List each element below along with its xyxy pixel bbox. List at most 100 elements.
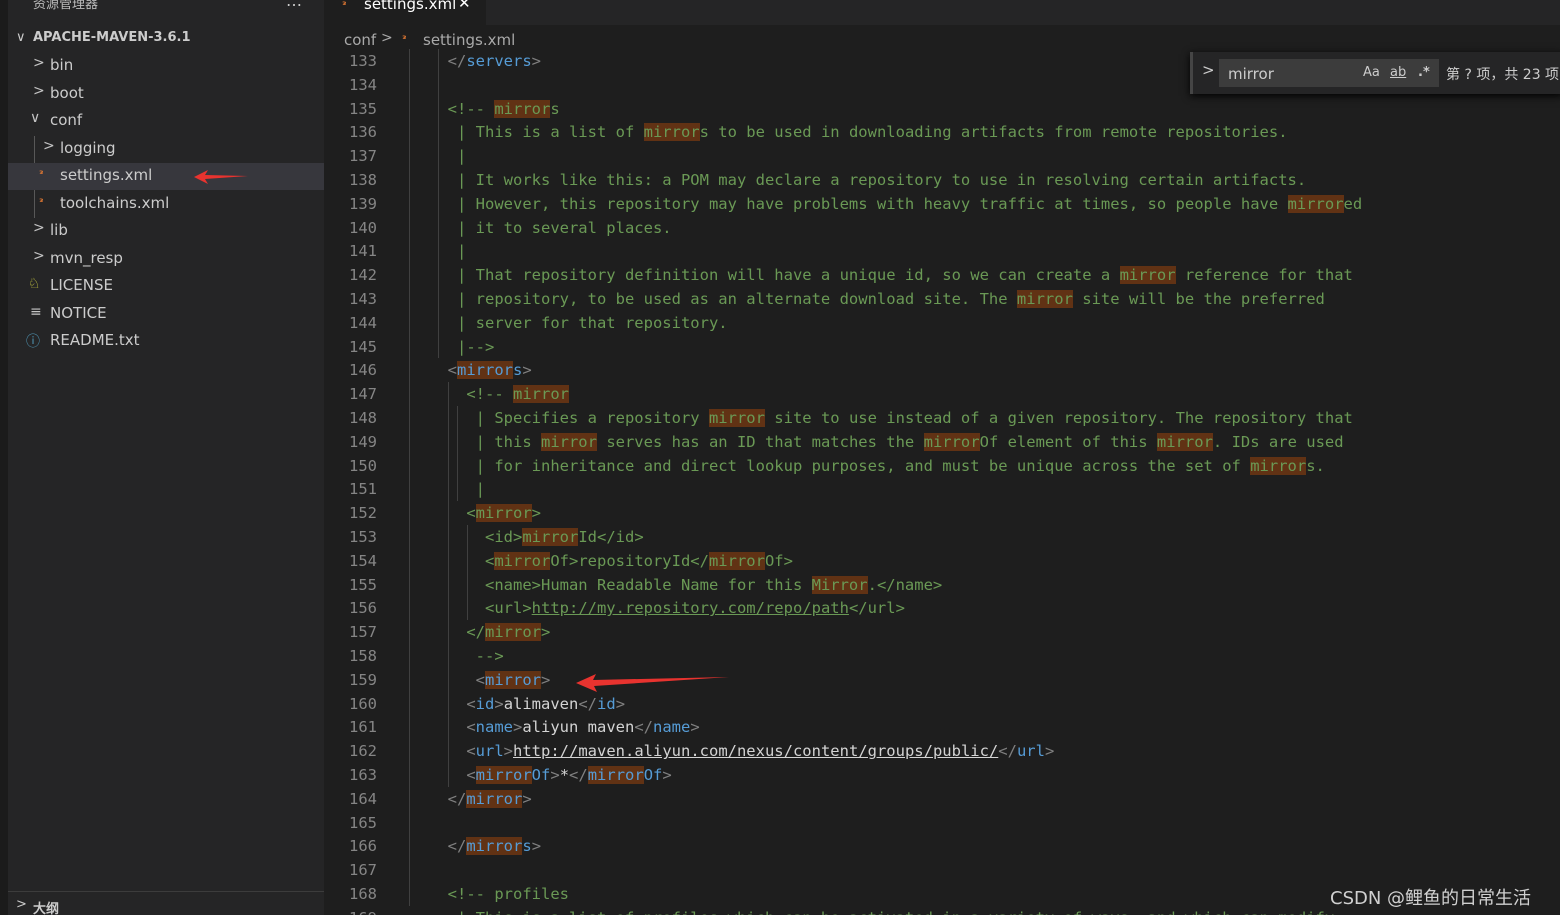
tab-settings-xml[interactable]: ᵌ settings.xml ✕ <box>324 0 486 25</box>
code-line[interactable]: | This is a list of mirrors to be used i… <box>429 120 1288 144</box>
rss-file-icon: ᵌ <box>402 32 407 46</box>
line-number: 156 <box>349 599 377 618</box>
line-number: 158 <box>349 647 377 665</box>
line-number: 149 <box>349 432 377 451</box>
tree-item-label: logging <box>60 139 116 157</box>
info-file-icon: ⓘ <box>26 334 40 350</box>
code-line[interactable]: <url>http://maven.aliyun.com/nexus/conte… <box>429 739 1054 763</box>
code-line[interactable]: | repository, to be used as an alternate… <box>429 287 1325 311</box>
activity-strip <box>0 0 8 915</box>
license-file-icon: ♘ <box>28 276 41 292</box>
code-line[interactable]: </mirrors> <box>429 834 541 858</box>
code-line[interactable]: --> <box>429 644 504 668</box>
regex-icon[interactable]: .* <box>1418 65 1430 80</box>
tree-item-boot[interactable]: > boot <box>8 81 324 108</box>
breadcrumb-folder[interactable]: conf <box>344 31 376 49</box>
tree-item-label: LICENSE <box>50 276 113 294</box>
outline-section-header[interactable]: > 大纲 <box>8 891 324 915</box>
tree-item-label: conf <box>50 111 83 129</box>
more-actions-icon[interactable]: … <box>286 0 303 10</box>
tree-item-lib[interactable]: > lib <box>8 218 324 245</box>
code-line[interactable]: | for inheritance and direct lookup purp… <box>429 454 1325 478</box>
tab-bar: ᵌ settings.xml ✕ <box>324 0 1560 25</box>
line-number: 146 <box>349 361 377 380</box>
tree-item-settings-xml[interactable]: ᵌ settings.xml <box>8 163 324 190</box>
tree-item-bin[interactable]: > bin <box>8 53 324 80</box>
tree-item-logging[interactable]: > logging <box>8 136 324 163</box>
line-number: 163 <box>349 766 377 784</box>
code-line[interactable]: | <box>429 144 466 168</box>
code-line[interactable]: | It works like this: a POM may declare … <box>429 168 1306 192</box>
code-line[interactable]: <id>mirrorId</id> <box>429 525 644 549</box>
tree-item-license[interactable]: ♘ LICENSE <box>8 273 324 300</box>
tree-item-conf[interactable]: ∨ conf <box>8 108 324 135</box>
tree-item-label: bin <box>50 56 74 74</box>
line-number: 141 <box>349 242 377 261</box>
line-number: 140 <box>349 218 377 237</box>
code-line[interactable]: <mirrors> <box>429 358 532 382</box>
tree-item-label: mvn_resp <box>50 249 123 267</box>
line-number: 164 <box>349 789 377 808</box>
code-line[interactable]: | <box>429 239 466 263</box>
code-line[interactable]: </servers> <box>429 49 541 73</box>
code-line[interactable]: <!-- mirrors <box>429 97 560 121</box>
chevron-down-icon: ∨ <box>30 110 41 126</box>
line-number: 165 <box>349 813 377 832</box>
line-number: 137 <box>349 147 377 166</box>
breadcrumb-file[interactable]: settings.xml <box>423 31 515 49</box>
text-file-icon: ≡ <box>30 304 42 320</box>
line-number: 162 <box>349 742 377 761</box>
match-case-icon[interactable]: Aa <box>1363 65 1380 80</box>
line-number: 138 <box>349 171 377 189</box>
code-line[interactable]: | That repository definition will have a… <box>429 263 1353 287</box>
line-number: 150 <box>349 456 377 475</box>
close-icon[interactable]: ✕ <box>458 0 471 12</box>
line-number: 151 <box>349 480 377 499</box>
code-line[interactable]: | this mirror serves has an ID that matc… <box>429 430 1344 454</box>
code-editor[interactable]: 133 </servers> 134 135 <!-- mirrors 136 | T… <box>324 49 1560 915</box>
code-line[interactable]: | Specifies a repository mirror site to … <box>429 406 1353 430</box>
code-line[interactable]: </mirror> <box>429 787 532 811</box>
code-line[interactable]: <mirror> <box>429 501 541 525</box>
code-line[interactable]: <id>alimaven</id> <box>429 692 625 716</box>
line-number: 167 <box>349 861 377 880</box>
line-number: 155 <box>349 575 377 594</box>
code-line[interactable]: <mirror> <box>429 668 550 692</box>
tree-item-label: toolchains.xml <box>60 194 170 212</box>
code-line[interactable]: <mirrorOf>*</mirrorOf> <box>429 763 672 787</box>
line-number: 142 <box>349 266 377 285</box>
code-line[interactable]: | <box>429 477 485 501</box>
tree-item-readme[interactable]: ⓘ README.txt <box>8 328 324 355</box>
annotation-arrow <box>194 170 248 184</box>
code-line[interactable]: <name>Human Readable Name for this Mirro… <box>429 573 942 597</box>
workspace-root-folder[interactable]: ∨ APACHE-MAVEN-3.6.1 <box>8 29 324 49</box>
code-line[interactable]: <url>http://my.repository.com/repo/path<… <box>429 596 905 620</box>
watermark-text: CSDN @鲤鱼的日常生活 <box>1330 888 1532 909</box>
line-number: 169 <box>324 906 377 915</box>
code-line[interactable]: | However, this repository may have prob… <box>429 192 1362 216</box>
code-line[interactable]: <!-- mirror <box>429 382 569 406</box>
code-line[interactable]: |--> <box>429 335 494 359</box>
code-line[interactable]: <mirrorOf>repositoryId</mirrorOf> <box>429 549 793 573</box>
tree-item-notice[interactable]: ≡ NOTICE <box>8 301 324 328</box>
find-result-count: 第 ? 项，共 23 项 <box>1446 67 1560 83</box>
code-line[interactable]: <name>aliyun maven</name> <box>429 715 699 739</box>
annotation-arrow <box>576 674 729 692</box>
tree-item-label: NOTICE <box>50 304 107 322</box>
whole-word-icon[interactable]: ab <box>1390 65 1406 80</box>
code-line[interactable]: </mirror> <box>429 620 550 644</box>
tab-label: settings.xml <box>364 0 457 13</box>
line-number: 157 <box>349 623 377 642</box>
line-number: 154 <box>349 551 377 570</box>
tree-item-label: README.txt <box>50 331 140 349</box>
code-line[interactable]: | server for that repository. <box>429 311 728 335</box>
code-line[interactable]: <!-- profiles <box>429 882 569 906</box>
line-number: 152 <box>349 504 377 523</box>
find-input[interactable]: mirror Aa ab .* <box>1219 59 1439 87</box>
line-number: 160 <box>349 694 377 713</box>
tree-item-toolchains-xml[interactable]: ᵌ toolchains.xml <box>8 191 324 218</box>
code-line[interactable]: | it to several places. <box>429 216 672 240</box>
tree-item-mvn-resp[interactable]: > mvn_resp <box>8 246 324 273</box>
toggle-replace-icon[interactable]: > <box>1202 61 1215 79</box>
code-line[interactable]: | This is a list of profiles which can b… <box>429 906 1334 915</box>
